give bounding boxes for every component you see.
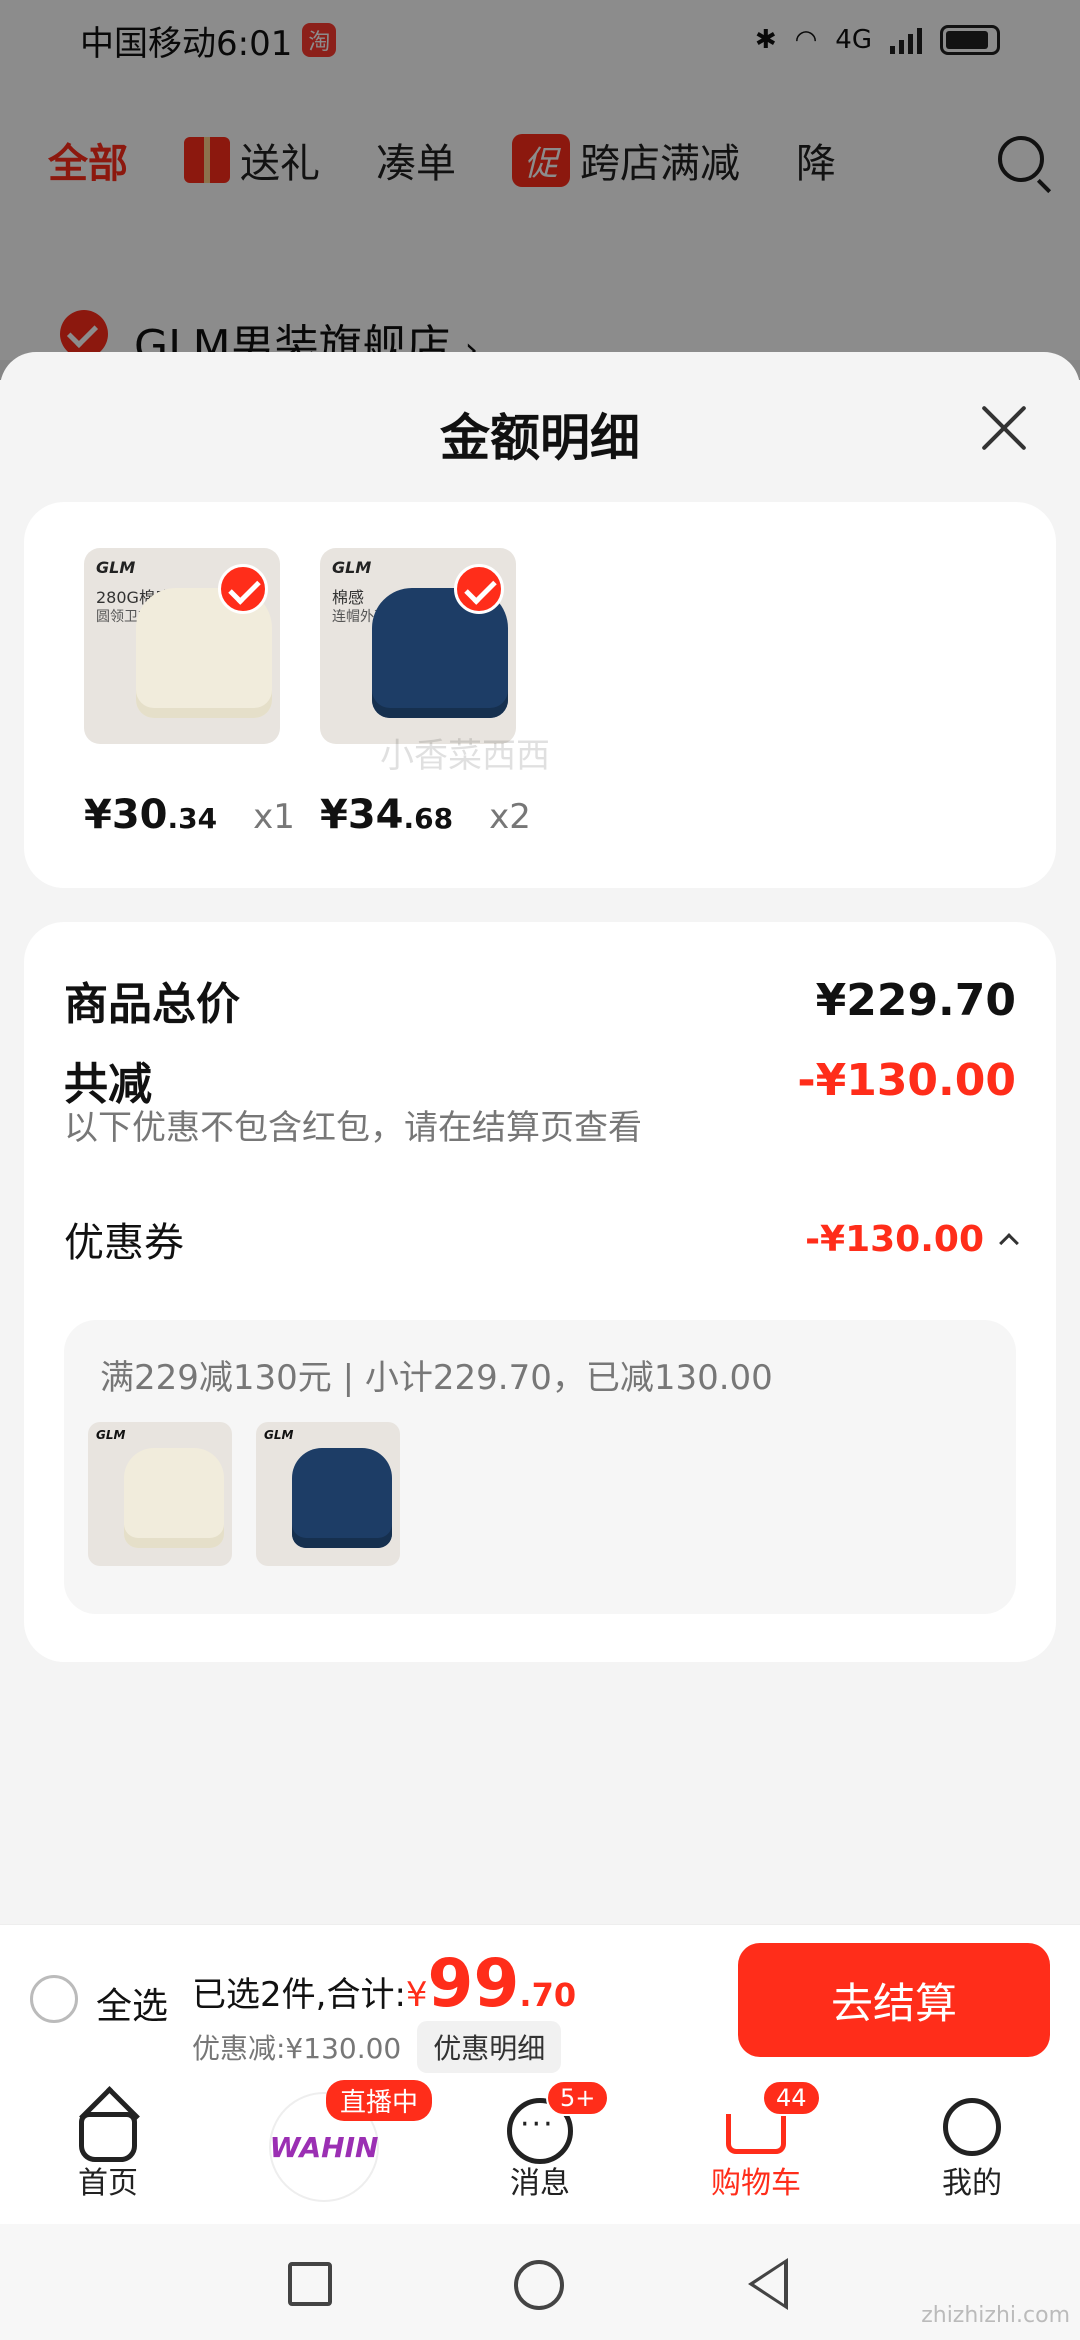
home-button-icon[interactable] [514, 2260, 564, 2310]
product-price: ¥34.68 x2 [320, 792, 531, 838]
home-icon [79, 2112, 137, 2162]
checkout-button[interactable]: 去结算 [738, 1943, 1050, 2057]
chevron-up-icon[interactable] [999, 1233, 1019, 1253]
cart-icon [726, 2114, 786, 2154]
total-label: 商品总价 [64, 979, 240, 1030]
reduction-value: -¥130.00 [797, 1054, 1016, 1106]
site-watermark: zhizhizhi.com [921, 2303, 1070, 2328]
discount-line: 优惠减:¥130.00 优惠明细 [192, 2021, 562, 2073]
coupon-description: 满229减130元 | 小计229.70，已减130.00 [100, 1358, 773, 1398]
checkout-bar: 全选 已选2件,合计: ¥ 99 .70 优惠减:¥130.00 优惠明细 去结… [0, 1924, 1080, 2074]
product-price: ¥30.34 x1 [84, 792, 295, 838]
discount-detail-button[interactable]: 优惠明细 [417, 2021, 562, 2073]
coupon-row[interactable]: 优惠券 -¥130.00 [64, 1210, 1019, 1268]
reduction-note: 以下优惠不包含红包，请在结算页查看 [64, 1108, 642, 1148]
live-badge: 直播中 [326, 2080, 432, 2121]
coupon-detail-box: 满229减130元 | 小计229.70，已减130.00 GLM GLM [64, 1320, 1016, 1614]
product-item[interactable]: GLM 棉感 连帽外套 [320, 548, 516, 744]
summary-card: 商品总价 ¥229.70 共减 -¥130.00 以下优惠不包含红包，请在结算页… [24, 922, 1056, 1662]
coupon-value: -¥130.00 [805, 1218, 984, 1260]
coupon-label: 优惠券 [64, 1220, 184, 1266]
message-badge: 5+ [546, 2080, 610, 2116]
product-qty: x1 [253, 797, 295, 837]
nav-cart[interactable]: 44 购物车 [648, 2074, 864, 2224]
product-qty: x2 [489, 797, 531, 837]
selected-check-icon[interactable] [218, 564, 268, 614]
select-all-label[interactable]: 全选 [96, 1977, 168, 2029]
select-all-radio[interactable] [30, 1975, 78, 2023]
product-thumbnail: GLM 280G棉感 圆领卫衣 [84, 548, 280, 744]
cart-badge: 44 [762, 2080, 821, 2116]
watermark-text: 小香菜西西 [380, 736, 550, 776]
total-price-row: 商品总价 ¥229.70 [64, 968, 1016, 1032]
coupon-product-thumb: GLM [88, 1422, 232, 1566]
product-thumbnail: GLM 棉感 连帽外套 [320, 548, 516, 744]
products-card: GLM 280G棉感 圆领卫衣 ¥30.34 x1 GLM 棉感 连帽外套 ¥3… [24, 502, 1056, 888]
dim-overlay[interactable] [0, 0, 1080, 380]
recent-apps-icon[interactable] [288, 2262, 332, 2306]
back-icon[interactable] [748, 2258, 788, 2310]
nav-live[interactable]: WAHIN 直播中 [216, 2074, 432, 2224]
sheet-title: 金额明细 [440, 409, 640, 467]
selected-summary: 已选2件,合计: ¥ 99 .70 [192, 1945, 577, 2022]
selected-check-icon[interactable] [454, 564, 504, 614]
coupon-product-thumb: GLM [256, 1422, 400, 1566]
bottom-nav: 首页 WAHIN 直播中 5+ 消息 44 购物车 我的 [0, 2074, 1080, 2224]
amount-detail-sheet: 金额明细 GLM 280G棉感 圆领卫衣 ¥30.34 x1 GLM 棉感 连帽… [0, 352, 1080, 1942]
profile-icon [943, 2098, 1001, 2156]
system-nav-bar: zhizhizhi.com [0, 2224, 1080, 2340]
close-icon[interactable] [978, 402, 1030, 454]
product-item[interactable]: GLM 280G棉感 圆领卫衣 [84, 548, 280, 744]
nav-profile[interactable]: 我的 [864, 2074, 1080, 2224]
nav-home[interactable]: 首页 [0, 2074, 216, 2224]
nav-messages[interactable]: 5+ 消息 [432, 2074, 648, 2224]
total-amount: 99 [427, 1945, 520, 2022]
total-value: ¥229.70 [815, 974, 1016, 1026]
